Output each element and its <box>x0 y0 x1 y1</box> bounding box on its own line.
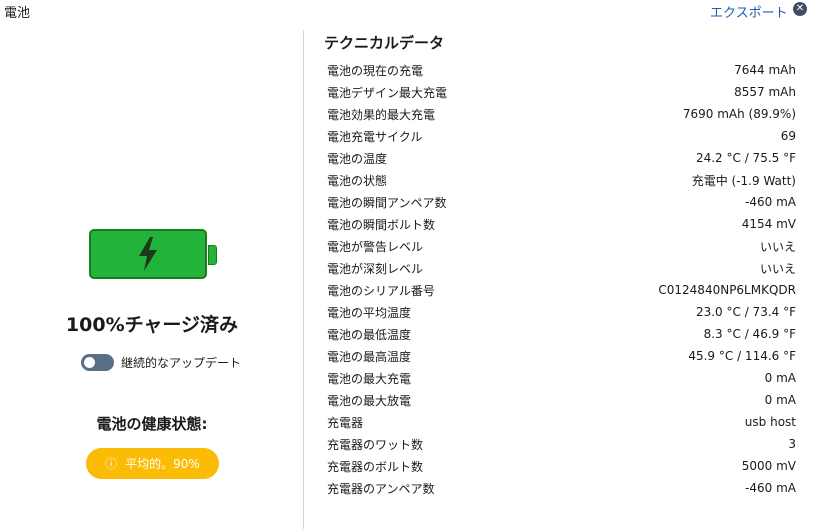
row-label: 電池のシリアル番号 <box>327 283 435 298</box>
row-value: 0 mA <box>764 371 796 385</box>
row-label: 電池の現在の充電 <box>327 63 424 78</box>
health-status-text: 平均的。90% <box>125 457 200 471</box>
row-label: 電池の瞬間アンペア数 <box>327 195 447 210</box>
table-row: 電池のシリアル番号 C0124840NP6LMKQDR <box>327 279 796 301</box>
table-row: 電池効果的最大充電 7690 mAh (89.9%) <box>327 103 796 125</box>
health-status-badge: ⓘ 平均的。90% <box>86 448 219 479</box>
table-row: 電池の最高温度 45.9 °C / 114.6 °F <box>327 345 796 367</box>
table-row: 電池の状態 充電中 (-1.9 Watt) <box>327 169 796 191</box>
row-label: 充電器のボルト数 <box>327 459 424 474</box>
row-value: usb host <box>744 415 796 429</box>
row-label: 電池の最低温度 <box>327 327 412 342</box>
row-label: 電池の瞬間ボルト数 <box>327 217 436 232</box>
export-link[interactable]: エクスポート <box>710 2 788 21</box>
toggle-knob <box>84 357 95 368</box>
warning-icon: ⓘ <box>105 457 118 471</box>
table-row: 電池の温度 24.2 °C / 75.5 °F <box>327 147 796 169</box>
row-label: 電池の状態 <box>327 173 388 188</box>
row-label: 電池が深刻レベル <box>327 261 424 276</box>
row-value: 7644 mAh <box>734 63 796 77</box>
row-value: C0124840NP6LMKQDR <box>658 283 796 297</box>
table-row: 電池の現在の充電 7644 mAh <box>327 59 796 81</box>
close-button[interactable]: ✕ <box>793 2 807 16</box>
table-row: 充電器のアンペア数 -460 mA <box>327 477 796 499</box>
technical-data-table: 電池の現在の充電 7644 mAh 電池デザイン最大充電 8557 mAh 電池効果的最… <box>327 59 796 499</box>
table-row: 電池の瞬間アンペア数 -460 mA <box>327 191 796 213</box>
table-row: 電池の平均温度 23.0 °C / 73.4 °F <box>327 301 796 323</box>
table-row: 充電器 usb host <box>327 411 796 433</box>
row-value: 69 <box>780 129 796 143</box>
continuous-update-label: 継続的なアップデート <box>121 356 242 370</box>
row-label: 電池の最高温度 <box>327 349 412 364</box>
row-value: 4154 mV <box>741 217 796 231</box>
battery-tip <box>208 245 217 265</box>
charge-status-label: 100%チャージ済み <box>65 314 239 336</box>
technical-data-title: テクニカルデータ <box>324 34 445 52</box>
window-title: 電池 <box>4 6 31 21</box>
row-value: 充電中 (-1.9 Watt) <box>691 173 796 188</box>
row-label: 充電器のアンペア数 <box>327 481 435 496</box>
battery-graphic <box>89 229 217 279</box>
row-value: 45.9 °C / 114.6 °F <box>688 349 796 363</box>
row-label: 充電器 <box>327 415 364 430</box>
row-label: 電池充電サイクル <box>327 129 423 144</box>
row-value: -460 mA <box>745 481 796 495</box>
table-row: 電池の最大充電 0 mA <box>327 367 796 389</box>
row-label: 電池の最大放電 <box>327 393 412 408</box>
table-row: 電池充電サイクル 69 <box>327 125 796 147</box>
row-value: 5000 mV <box>741 459 796 473</box>
battery-body <box>89 229 207 279</box>
panel-divider <box>303 30 304 529</box>
row-label: 充電器のワット数 <box>327 437 424 452</box>
row-value: 23.0 °C / 73.4 °F <box>695 305 796 319</box>
row-label: 電池の温度 <box>327 151 388 166</box>
row-value: 0 mA <box>764 393 796 407</box>
row-value: 3 <box>788 437 796 451</box>
table-row: 電池の瞬間ボルト数 4154 mV <box>327 213 796 235</box>
row-label: 電池効果的最大充電 <box>327 107 436 122</box>
row-value: いいえ <box>759 239 796 254</box>
row-value: いいえ <box>759 261 796 276</box>
table-row: 電池が警告レベル いいえ <box>327 235 796 257</box>
table-row: 充電器のボルト数 5000 mV <box>327 455 796 477</box>
row-label: 電池の最大充電 <box>327 371 412 386</box>
table-row: 電池が深刻レベル いいえ <box>327 257 796 279</box>
row-value: 8.3 °C / 46.9 °F <box>703 327 796 341</box>
charging-bolt-icon <box>139 237 157 271</box>
row-label: 電池デザイン最大充電 <box>327 85 448 100</box>
table-row: 電池の最大放電 0 mA <box>327 389 796 411</box>
close-icon: ✕ <box>795 3 805 14</box>
row-label: 電池が警告レベル <box>327 239 424 254</box>
table-row: 電池の最低温度 8.3 °C / 46.9 °F <box>327 323 796 345</box>
continuous-update-row: 継続的なアップデート <box>81 354 241 371</box>
table-row: 電池デザイン最大充電 8557 mAh <box>327 81 796 103</box>
row-value: -460 mA <box>745 195 796 209</box>
row-label: 電池の平均温度 <box>327 305 412 320</box>
row-value: 8557 mAh <box>734 85 796 99</box>
row-value: 24.2 °C / 75.5 °F <box>695 151 796 165</box>
health-title: 電池の健康状態: <box>96 415 208 433</box>
table-row: 充電器のワット数 3 <box>327 433 796 455</box>
row-value: 7690 mAh (89.9%) <box>682 107 796 121</box>
continuous-update-toggle[interactable] <box>81 354 114 371</box>
